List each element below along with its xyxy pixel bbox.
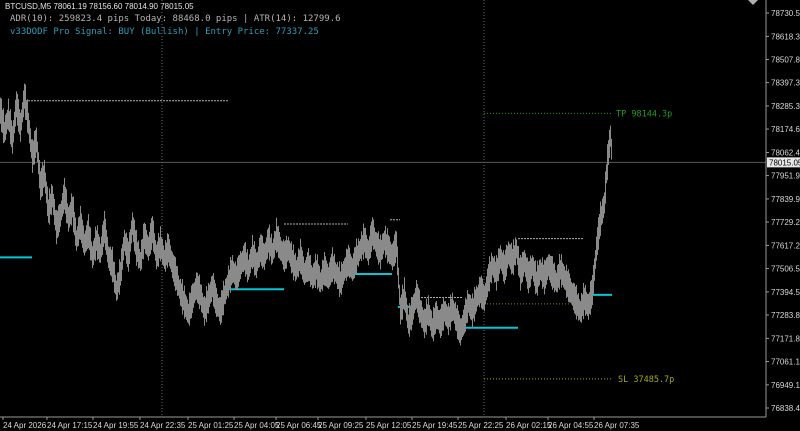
time-tick-label: 25 Apr 06:45: [276, 421, 322, 430]
chart-grid: [0, 0, 766, 417]
price-tick-label: 77839.90: [771, 195, 800, 204]
time-tick-label: 24 Apr 2026: [3, 421, 47, 430]
price-tick-label: 78062.40: [771, 148, 800, 157]
price-tick-label: 77171.80: [771, 334, 800, 343]
price-tick-label: 78730.55: [771, 9, 800, 18]
time-tick-label: 24 Apr 22:35: [140, 421, 186, 430]
time-tick-label: 25 Apr 01:25: [188, 421, 234, 430]
price-tick-label: 76949.10: [771, 381, 800, 390]
price-tick-label: 77394.50: [771, 288, 800, 297]
price-tick-label: 77283.80: [771, 311, 800, 320]
time-tick-label: 25 Apr 19:45: [412, 421, 458, 430]
time-tick-label: 25 Apr 04:05: [234, 421, 280, 430]
time-tick-label: 24 Apr 19:55: [93, 421, 139, 430]
price-tick-label: 78618.30: [771, 32, 800, 41]
price-tick-label: 78174.60: [771, 125, 800, 134]
price-chart[interactable]: TP 98144.3pSL 37485.7p 78730.5578618.307…: [0, 0, 800, 431]
price-tick-label: 78507.80: [771, 56, 800, 65]
current-price-label: 78015.05: [769, 158, 800, 167]
candles: [0, 83, 612, 346]
price-tick-label: 77729.20: [771, 218, 800, 227]
axes: 78730.55 78618.30 78507.80 78397.30 78285.30…: [0, 0, 800, 430]
price-tick-label: 77617.20: [771, 241, 800, 250]
price-tick-label: 77951.90: [771, 172, 800, 181]
price-tick-label: 77061.10: [771, 358, 800, 367]
time-tick-label: 26 Apr 04:55: [548, 421, 594, 430]
price-tick-label: 78397.30: [771, 79, 800, 88]
price-tick-label: 76838.40: [771, 404, 800, 413]
time-tick-label: 26 Apr 02:15: [506, 421, 552, 430]
time-tick-label: 24 Apr 17:15: [47, 421, 93, 430]
price-tick-label: 77506.50: [771, 265, 800, 274]
sl-label: SL 37485.7p: [618, 375, 674, 385]
time-tick-label: 25 Apr 22:25: [458, 421, 504, 430]
price-tick-label: 78285.30: [771, 102, 800, 111]
time-tick-label: 25 Apr 09:25: [318, 421, 364, 430]
tp-label: TP 98144.3p: [616, 109, 672, 119]
time-tick-label: 25 Apr 12:05: [366, 421, 412, 430]
time-tick-label: 26 Apr 07:35: [594, 421, 640, 430]
